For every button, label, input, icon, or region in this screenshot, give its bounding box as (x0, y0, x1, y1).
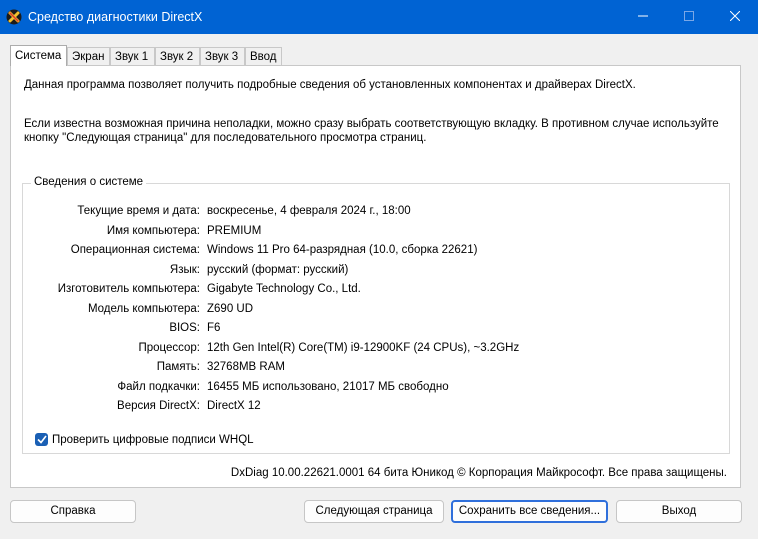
close-button[interactable] (712, 0, 758, 34)
info-label: Язык: (169, 263, 200, 276)
info-row-model: Модель компьютера: Z690 UD (23, 303, 723, 319)
close-icon (729, 10, 741, 24)
info-label: Модель компьютера: (87, 302, 200, 315)
tab-sound-2[interactable]: Звук 2 (155, 47, 200, 65)
help-button[interactable]: Справка (10, 500, 136, 523)
window-title: Средство диагностики DirectX (28, 10, 203, 24)
info-value: PREMIUM (207, 224, 262, 237)
info-label: Версия DirectX: (117, 400, 200, 412)
info-value: F6 (207, 322, 221, 334)
title-bar[interactable]: Средство диагностики DirectX (0, 0, 758, 34)
info-row-pagefile: Файл подкачки: 16455 МБ использовано, 21… (23, 381, 723, 397)
exit-button[interactable]: Выход (616, 500, 742, 523)
info-label: Операционная система: (70, 244, 200, 256)
directx-icon (6, 9, 22, 25)
save-all-button[interactable]: Сохранить все сведения... (451, 500, 608, 523)
info-label: Файл подкачки: (117, 380, 200, 393)
info-row-manufacturer: Изготовитель компьютера: Gigabyte Techno… (23, 283, 723, 299)
tab-display[interactable]: Экран (67, 47, 110, 65)
info-value: Z690 UD (207, 302, 254, 315)
maximize-icon (684, 10, 694, 24)
system-info-group: Сведения о системе Текущие время и дата:… (22, 176, 730, 454)
copyright-text: DxDiag 10.00.22621.0001 64 бита Юникод ©… (230, 467, 727, 479)
next-page-button[interactable]: Следующая страница (304, 500, 444, 523)
info-value: Gigabyte Technology Co., Ltd. (207, 283, 361, 295)
minimize-icon (638, 11, 648, 24)
info-label: Память: (156, 361, 200, 373)
info-label: Текущие время и дата: (77, 205, 200, 217)
tab-system[interactable]: Система (10, 45, 67, 66)
tab-input[interactable]: Ввод (245, 47, 282, 65)
info-row-os: Операционная система: Windows 11 Pro 64-… (23, 244, 723, 260)
whql-check-row[interactable]: Проверить цифровые подписи WHQL (35, 433, 254, 446)
info-row-datetime: Текущие время и дата: воскресенье, 4 фев… (23, 205, 723, 221)
whql-checkbox[interactable] (35, 433, 48, 446)
intro-hint-text: Если известна возможная причина неполадк… (24, 118, 719, 144)
info-row-language: Язык: русский (формат: русский) (23, 264, 723, 280)
info-value: русский (формат: русский) (207, 263, 349, 276)
tab-sound-1[interactable]: Звук 1 (110, 47, 155, 65)
minimize-button[interactable] (620, 0, 666, 34)
info-value: 16455 МБ использовано, 21017 МБ свободно (207, 380, 449, 393)
info-value: воскресенье, 4 февраля 2024 г., 18:00 (207, 205, 411, 217)
info-row-bios: BIOS: F6 (23, 322, 723, 338)
info-label: BIOS: (169, 322, 200, 334)
checkmark-icon (36, 435, 47, 444)
info-value: 12th Gen Intel(R) Core(TM) i9-12900KF (2… (207, 341, 520, 354)
info-row-memory: Память: 32768MB RAM (23, 361, 723, 377)
intro-text: Данная программа позволяет получить подр… (24, 79, 636, 91)
info-label: Процессор: (138, 341, 200, 354)
info-value: 32768MB RAM (207, 361, 285, 373)
info-label: Изготовитель компьютера: (57, 283, 200, 295)
info-value: Windows 11 Pro 64-разрядная (10.0, сборк… (207, 244, 478, 256)
system-info-title: Сведения о системе (31, 176, 147, 188)
maximize-button[interactable] (666, 0, 712, 34)
system-tab-panel: Данная программа позволяет получить подр… (10, 65, 741, 488)
info-row-directx: Версия DirectX: DirectX 12 (23, 400, 723, 416)
whql-label[interactable]: Проверить цифровые подписи WHQL (52, 434, 254, 446)
info-label: Имя компьютера: (106, 224, 200, 237)
info-row-computer-name: Имя компьютера: PREMIUM (23, 225, 723, 241)
info-row-processor: Процессор: 12th Gen Intel(R) Core(TM) i9… (23, 342, 723, 358)
tab-sound-3[interactable]: Звук 3 (200, 47, 245, 65)
info-value: DirectX 12 (207, 400, 261, 412)
